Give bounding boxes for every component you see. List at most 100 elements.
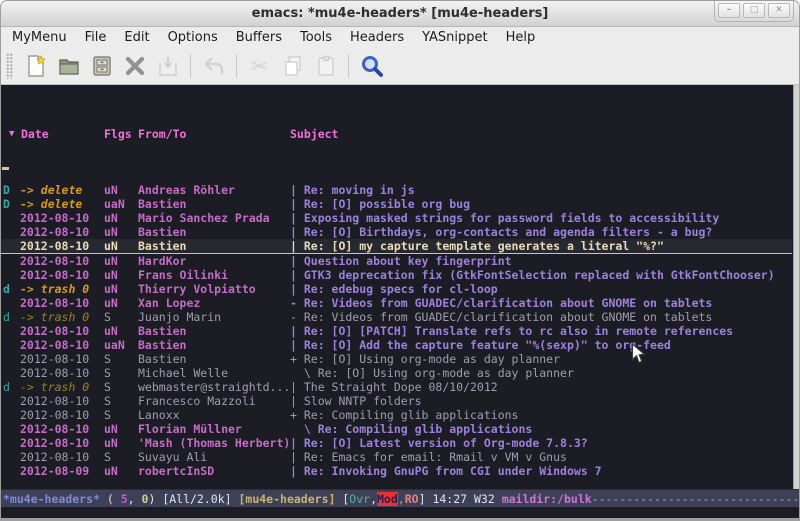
flags: uN bbox=[104, 239, 138, 253]
message-row[interactable]: 2012-08-10uNBastien| Re: [O] my capture … bbox=[1, 239, 792, 254]
message-row[interactable]: 2012-08-10uNHardKor| Question about key … bbox=[1, 254, 792, 268]
search-icon[interactable] bbox=[355, 51, 388, 82]
modeline-segment: [ bbox=[342, 492, 349, 506]
toolbar-separator bbox=[348, 54, 349, 78]
message-row[interactable]: 2012-08-10uNXan Lopez- Re: Videos from G… bbox=[1, 296, 792, 310]
menu-yasnippet[interactable]: YASnippet bbox=[413, 29, 497, 46]
message-row[interactable]: 2012-08-09uNrobertcInSD| Re: Invoking Gn… bbox=[1, 464, 792, 478]
open-file-icon[interactable] bbox=[52, 51, 85, 82]
message-row[interactable]: 2012-08-10uaNBastien| Re: [O] Add the ca… bbox=[1, 338, 792, 352]
mark-char: d bbox=[1, 310, 20, 324]
title-bar[interactable]: emacs: *mu4e-headers* [mu4e-headers] – □… bbox=[1, 1, 799, 27]
menu-options[interactable]: Options bbox=[159, 29, 227, 46]
message-row[interactable]: 2012-08-10SLanoxx+ Re: Compiling glib ap… bbox=[1, 408, 792, 422]
window-title: emacs: *mu4e-headers* [mu4e-headers] bbox=[252, 6, 549, 21]
message-row[interactable]: 2012-08-10uNBastien| Re: [O] Birthdays, … bbox=[1, 225, 792, 239]
subject: | Slow NNTP folders bbox=[290, 394, 792, 408]
subject: | Re: [O] [PATCH] Translate refs to rc a… bbox=[290, 324, 792, 338]
menu-headers[interactable]: Headers bbox=[341, 29, 413, 46]
menu-mymenu[interactable]: MyMenu bbox=[3, 29, 76, 46]
message-row[interactable]: 2012-08-10SSuvayu Ali| Re: Emacs for ema… bbox=[1, 450, 792, 464]
modeline-segment: ----------------------------------------… bbox=[592, 492, 799, 506]
modeline-segment: *mu4e-headers* bbox=[3, 492, 100, 506]
from: Bastien bbox=[138, 352, 290, 366]
date-or-action: 2012-08-10 bbox=[20, 366, 104, 380]
from: Bastien bbox=[138, 239, 290, 253]
message-row[interactable]: 2012-08-10SMichael Welle \ Re: [O] Using… bbox=[1, 366, 792, 380]
flags: uN bbox=[104, 254, 138, 268]
message-row[interactable]: 2012-08-10uNFlorian Müllner \ Re: Compil… bbox=[1, 422, 792, 436]
save-icon[interactable] bbox=[151, 51, 184, 82]
modeline-segment: ] bbox=[419, 492, 433, 506]
message-row[interactable]: 2012-08-10uNMario Sanchez Prada| Exposin… bbox=[1, 211, 792, 225]
message-row[interactable]: D-> deleteuaNBastien| Re: [O] possible o… bbox=[1, 197, 792, 211]
date-or-action: 2012-08-09 bbox=[20, 464, 104, 478]
dired-icon[interactable] bbox=[85, 51, 118, 82]
date-or-action: 2012-08-10 bbox=[20, 268, 104, 282]
window-controls: – □ ✕ bbox=[714, 1, 794, 22]
mark-char bbox=[1, 268, 20, 282]
menu-help[interactable]: Help bbox=[497, 29, 545, 46]
mark-char bbox=[1, 254, 20, 268]
menu-edit[interactable]: Edit bbox=[115, 29, 158, 46]
mark-char bbox=[1, 394, 20, 408]
sort-descending-icon[interactable]: ▼ bbox=[9, 127, 21, 141]
message-row[interactable]: d-> trash 0uNThierry Volpiatto| Re: edeb… bbox=[1, 282, 792, 296]
echo-area[interactable] bbox=[1, 507, 799, 519]
minimize-button[interactable]: – bbox=[718, 3, 740, 18]
mark-char bbox=[1, 239, 20, 253]
subject: | Re: [O] Birthdays, org-contacts and ag… bbox=[290, 225, 792, 239]
subject: + Re: [O] Using org-mode as day planner bbox=[290, 352, 792, 366]
flags: S bbox=[104, 352, 138, 366]
column-date[interactable]: Date bbox=[21, 127, 104, 141]
from: Bastien bbox=[138, 324, 290, 338]
message-row[interactable]: 2012-08-10uN'Mash (Thomas Herbert)| Re: … bbox=[1, 436, 792, 450]
message-row[interactable]: 2012-08-10uNBastien| Re: [O] [PATCH] Tra… bbox=[1, 324, 792, 338]
menu-tools[interactable]: Tools bbox=[291, 29, 341, 46]
from: Frans Oilinki bbox=[138, 268, 290, 282]
mode-line[interactable]: *mu4e-headers* ( 5, 0) [All/2.0k] [mu4e-… bbox=[1, 489, 799, 507]
date-or-action: -> trash 0 bbox=[20, 310, 104, 324]
copy-icon[interactable] bbox=[276, 51, 309, 82]
cut-icon[interactable]: ✂ bbox=[243, 51, 276, 82]
mouse-pointer-icon bbox=[631, 343, 646, 368]
column-flags[interactable]: Flgs bbox=[104, 127, 138, 141]
close-button[interactable]: ✕ bbox=[768, 3, 790, 18]
flags: uN bbox=[104, 422, 138, 436]
column-from[interactable]: From/To bbox=[138, 127, 290, 141]
column-subject[interactable]: Subject bbox=[290, 127, 338, 141]
modeline-segment: , bbox=[398, 492, 405, 506]
date-or-action: -> trash 0 bbox=[20, 380, 104, 394]
message-row[interactable]: 2012-08-10uNFrans Oilinki| GTK3 deprecat… bbox=[1, 268, 792, 282]
flags: uN bbox=[104, 296, 138, 310]
toolbar-grip[interactable] bbox=[6, 53, 13, 79]
menu-buffers[interactable]: Buffers bbox=[227, 29, 291, 46]
vertical-scrollbar[interactable] bbox=[793, 85, 799, 489]
from: Bastien bbox=[138, 225, 290, 239]
subject: | Re: Invoking GnuPG from CGI under Wind… bbox=[290, 464, 792, 478]
message-list: D-> deleteuNAndreas Röhler| Re: moving i… bbox=[1, 183, 792, 478]
from: Bastien bbox=[138, 197, 290, 211]
message-row[interactable]: d-> trash 0Swebmaster@straightd...| The … bbox=[1, 380, 792, 394]
message-row[interactable]: 2012-08-10SBastien+ Re: [O] Using org-mo… bbox=[1, 352, 792, 366]
message-row[interactable]: d-> trash 0SJuanjo Marin- Re: Videos fro… bbox=[1, 310, 792, 324]
menu-file[interactable]: File bbox=[76, 29, 116, 46]
undo-icon[interactable] bbox=[197, 51, 230, 82]
date-or-action: 2012-08-10 bbox=[20, 338, 104, 352]
date-or-action: -> trash 0 bbox=[20, 282, 104, 296]
headers-column-header[interactable]: ▼ Date Flgs From/To Subject bbox=[1, 127, 792, 141]
message-row[interactable]: D-> deleteuNAndreas Röhler| Re: moving i… bbox=[1, 183, 792, 197]
paste-icon[interactable] bbox=[309, 51, 342, 82]
flags: uN bbox=[104, 225, 138, 239]
message-row[interactable]: 2012-08-10SFrancesco Mazzoli| Slow NNTP … bbox=[1, 394, 792, 408]
date-or-action: 2012-08-10 bbox=[20, 422, 104, 436]
modeline-segment: Ovr bbox=[349, 492, 370, 506]
modeline-segment: [mu4e-headers] bbox=[238, 492, 342, 506]
modeline-segment: , bbox=[370, 492, 377, 506]
new-file-icon[interactable] bbox=[19, 51, 52, 82]
mark-char bbox=[1, 366, 20, 380]
maximize-button[interactable]: □ bbox=[743, 3, 765, 18]
mark-char bbox=[1, 408, 20, 422]
kill-buffer-icon[interactable] bbox=[118, 51, 151, 82]
mu4e-headers-buffer[interactable]: ▼ Date Flgs From/To Subject D-> deleteuN… bbox=[1, 85, 799, 489]
